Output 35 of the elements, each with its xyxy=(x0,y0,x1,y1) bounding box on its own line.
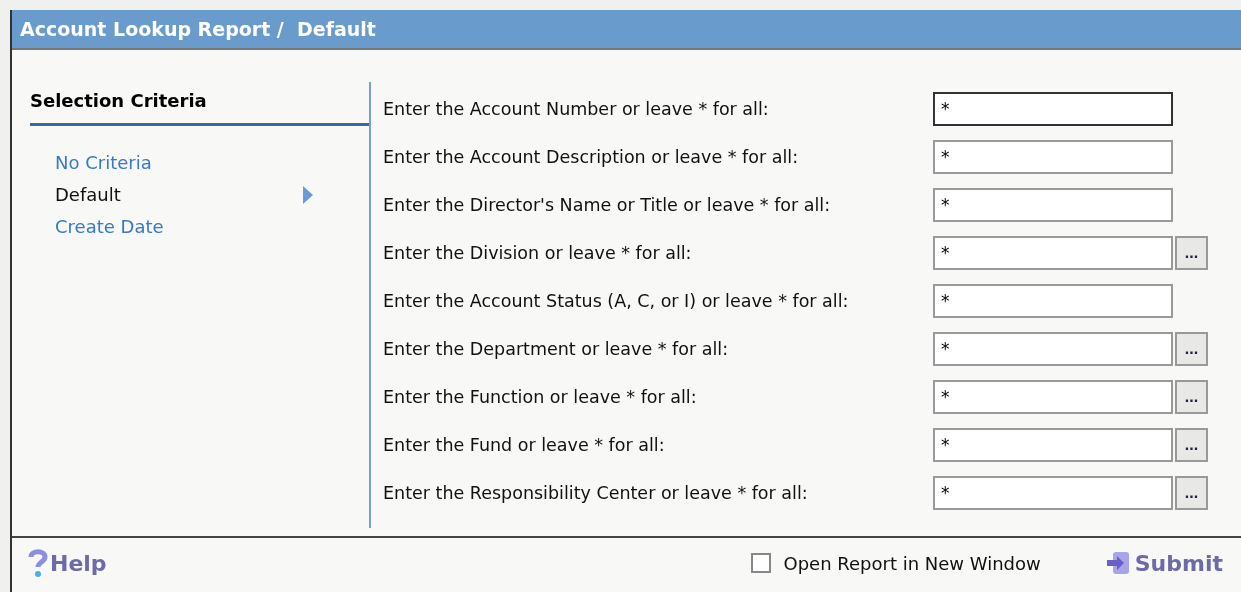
input-field[interactable]: * xyxy=(933,236,1173,270)
input-field[interactable]: * xyxy=(933,92,1173,126)
field-label: Enter the Department or leave * for all: xyxy=(383,339,730,359)
criteria-item[interactable]: No Criteria xyxy=(55,152,313,173)
input-field[interactable]: * xyxy=(933,428,1173,462)
field-label: Enter the Director's Name or Title or leave * for all: xyxy=(383,195,832,215)
criteria-item[interactable]: Create Date xyxy=(55,216,313,237)
browse-button[interactable]: ... xyxy=(1175,380,1208,414)
report-title: Account Lookup Report / Default xyxy=(20,18,376,40)
input-field[interactable]: * xyxy=(933,476,1173,510)
browse-button[interactable]: ... xyxy=(1175,236,1208,270)
field-label: Enter the Responsibility Center or leave * for all: xyxy=(383,483,809,503)
browse-button[interactable]: ... xyxy=(1175,476,1208,510)
checkbox[interactable] xyxy=(751,553,772,573)
input-field[interactable]: * xyxy=(933,380,1173,414)
help-button[interactable]: Help xyxy=(28,548,107,578)
browse-button[interactable]: ... xyxy=(1175,428,1208,462)
field-label: Enter the Function or leave * for all: xyxy=(383,387,698,407)
input-field[interactable]: * xyxy=(933,332,1173,366)
field-label: Enter the Fund or leave * for all: xyxy=(383,435,666,455)
criteria-item[interactable]: Default xyxy=(55,184,313,205)
field-label: Enter the Account Number or leave * for all: xyxy=(383,99,770,119)
sidebar-heading: Selection Criteria xyxy=(30,82,369,126)
browse-button[interactable]: ... xyxy=(1175,332,1208,366)
field-label: Enter the Account Description or leave * for all: xyxy=(383,147,800,167)
submit-icon xyxy=(1104,550,1131,576)
input-field[interactable]: * xyxy=(933,188,1173,222)
checkbox-label: Open Report in New Window xyxy=(783,552,1041,574)
field-label: Enter the Account Status (A, C, or I) or leave * for all: xyxy=(383,291,850,311)
submit-button[interactable]: Submit xyxy=(1104,550,1223,576)
input-field[interactable]: * xyxy=(933,140,1173,174)
arrow-icon xyxy=(303,185,313,204)
field-label: Enter the Division or leave * for all: xyxy=(383,243,693,263)
input-field[interactable]: * xyxy=(933,284,1173,318)
help-icon xyxy=(28,548,48,578)
